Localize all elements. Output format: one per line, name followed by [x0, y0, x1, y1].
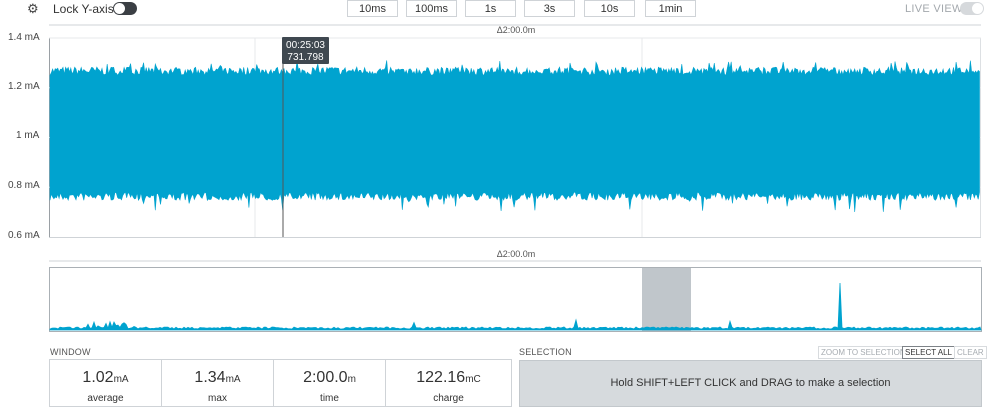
overview-window-highlight: [642, 268, 691, 331]
clear-selection-button[interactable]: CLEAR: [954, 346, 987, 359]
zoom-to-selection-button[interactable]: ZOOM TO SELECTION: [818, 346, 909, 359]
stat-max: 1.34mA max: [161, 359, 274, 407]
stat-average-label: average: [87, 393, 124, 404]
stat-max-label: max: [208, 393, 227, 404]
overview-chart[interactable]: [0, 0, 999, 340]
stat-time-value: 2:00.0m: [303, 369, 356, 386]
stat-charge-label: charge: [433, 393, 464, 404]
selection-panel-title: SELECTION: [519, 347, 572, 357]
selection-hint-box: Hold SHIFT+LEFT CLICK and DRAG to make a…: [519, 360, 982, 407]
stat-charge-value: 122.16mC: [416, 369, 481, 386]
stat-time: 2:00.0m time: [273, 359, 386, 407]
stat-time-label: time: [320, 393, 339, 404]
stat-average: 1.02mA average: [49, 359, 162, 407]
stat-max-value: 1.34mA: [194, 369, 241, 386]
window-panel-title: WINDOW: [50, 347, 91, 357]
stat-charge: 122.16mC charge: [385, 359, 512, 407]
stat-average-value: 1.02mA: [82, 369, 129, 386]
select-all-button[interactable]: SELECT ALL: [902, 346, 955, 359]
